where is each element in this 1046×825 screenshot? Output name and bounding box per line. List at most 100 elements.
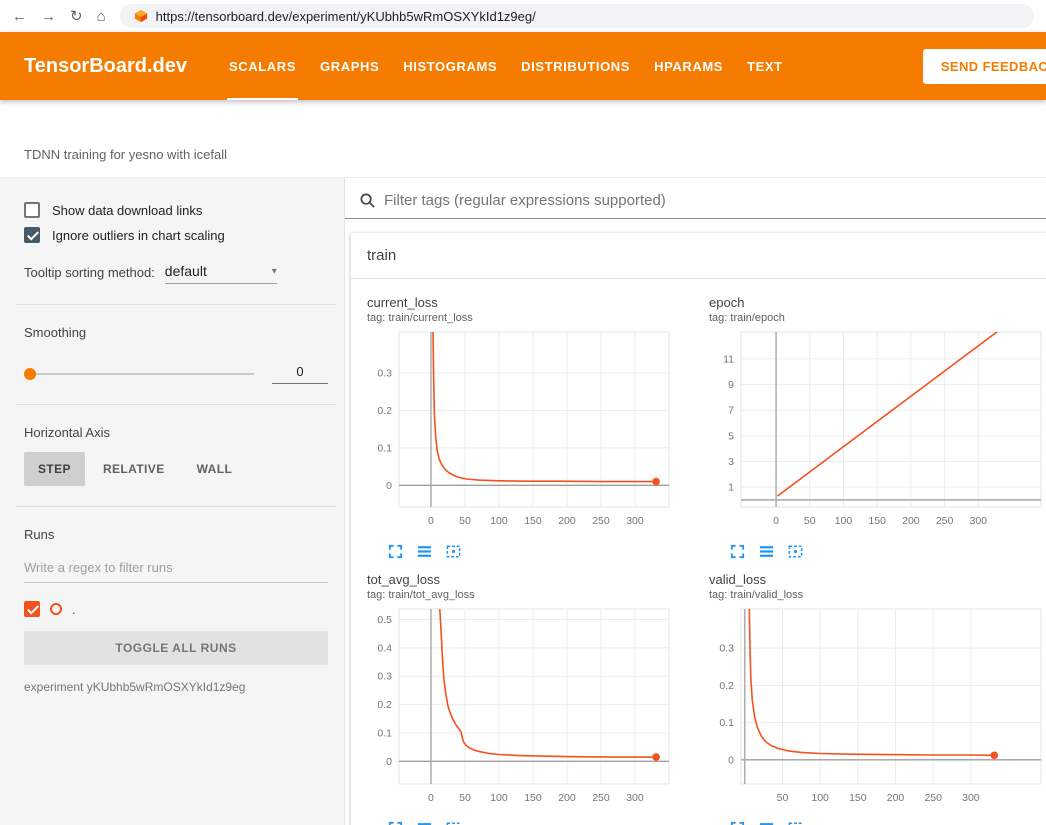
tooltip-sorting-value: default — [165, 263, 207, 279]
runs-filter-input[interactable] — [24, 556, 328, 583]
tab-hparams[interactable]: HPARAMS — [642, 32, 735, 100]
tab-histograms[interactable]: HISTOGRAMS — [391, 32, 509, 100]
run-color-swatch — [50, 603, 62, 615]
smoothing-row: 0 — [24, 364, 328, 384]
line-chart[interactable]: 5010015020025030000.10.20.3 — [701, 603, 1045, 814]
line-chart[interactable]: 05010015020025030000.10.20.30.40.5 — [359, 603, 673, 814]
svg-text:150: 150 — [868, 515, 886, 527]
tooltip-sorting-row: Tooltip sorting method: default ▾ — [24, 263, 328, 284]
run-checkbox[interactable] — [24, 601, 40, 617]
back-icon[interactable]: ← — [12, 9, 27, 24]
chart-title: current_loss — [367, 295, 693, 310]
svg-text:200: 200 — [887, 792, 905, 804]
svg-text:0.1: 0.1 — [377, 727, 392, 739]
reload-icon[interactable]: ↻ — [70, 9, 83, 24]
svg-text:3: 3 — [728, 456, 734, 468]
svg-text:50: 50 — [459, 515, 471, 527]
show-download-links-row[interactable]: Show data download links — [24, 202, 328, 218]
chart-title: valid_loss — [709, 572, 1046, 587]
svg-text:50: 50 — [459, 792, 471, 804]
svg-text:0: 0 — [428, 792, 434, 804]
fit-domain-icon[interactable] — [787, 820, 804, 825]
svg-text:0.4: 0.4 — [377, 642, 392, 654]
horizontal-axis-label: Horizontal Axis — [24, 425, 328, 440]
line-chart[interactable]: 05010015020025030000.10.20.3 — [359, 326, 673, 537]
group-label: train — [367, 247, 396, 264]
run-row[interactable]: . — [24, 601, 328, 617]
tab-graphs[interactable]: GRAPHS — [308, 32, 391, 100]
home-icon[interactable]: ⌂ — [97, 9, 106, 24]
svg-text:200: 200 — [558, 515, 576, 527]
axis-wall-button[interactable]: WALL — [183, 452, 247, 486]
tab-text[interactable]: TEXT — [735, 32, 795, 100]
forward-icon[interactable]: → — [41, 9, 56, 24]
svg-text:0.1: 0.1 — [377, 442, 392, 454]
svg-text:0.2: 0.2 — [377, 405, 392, 417]
svg-text:300: 300 — [626, 515, 644, 527]
chart-tag: tag: train/current_loss — [367, 312, 693, 324]
fit-domain-icon[interactable] — [787, 543, 804, 560]
svg-text:0.1: 0.1 — [719, 717, 734, 729]
chart-title: epoch — [709, 295, 1046, 310]
smoothing-slider-thumb[interactable] — [24, 368, 36, 380]
svg-text:5: 5 — [728, 430, 734, 442]
svg-text:200: 200 — [902, 515, 920, 527]
chart-card: valid_loss tag: train/valid_loss 5010015… — [693, 564, 1046, 825]
ignore-outliers-row[interactable]: Ignore outliers in chart scaling — [24, 227, 328, 243]
smoothing-value[interactable]: 0 — [272, 364, 328, 384]
svg-text:300: 300 — [962, 792, 980, 804]
svg-text:150: 150 — [849, 792, 867, 804]
address-bar[interactable]: https://tensorboard.dev/experiment/yKUbh… — [120, 4, 1034, 28]
chart-card: tot_avg_loss tag: train/tot_avg_loss 0 50… — [351, 564, 693, 825]
svg-text:0.2: 0.2 — [377, 699, 392, 711]
fit-domain-icon[interactable] — [445, 543, 462, 560]
chart-toolbar — [701, 537, 1046, 564]
fit-domain-icon[interactable] — [445, 820, 462, 825]
send-feedback-button[interactable]: SEND FEEDBACK — [923, 49, 1046, 84]
svg-text:150: 150 — [524, 792, 542, 804]
toggle-y-axis-icon[interactable] — [758, 820, 775, 825]
chart-title: tot_avg_loss — [367, 572, 693, 587]
brand: TensorBoard.dev — [24, 55, 187, 78]
train-card-header[interactable]: train — [351, 233, 1046, 279]
chart-toolbar — [359, 814, 693, 825]
expand-chart-icon[interactable] — [729, 543, 746, 560]
toggle-y-axis-icon[interactable] — [416, 820, 433, 825]
tab-distributions[interactable]: DISTRIBUTIONS — [509, 32, 642, 100]
chart-tag: tag: train/valid_loss — [709, 589, 1046, 601]
svg-text:0: 0 — [386, 480, 392, 492]
show-download-links-checkbox[interactable] — [24, 202, 40, 218]
smoothing-slider[interactable] — [24, 373, 254, 375]
expand-chart-icon[interactable] — [387, 543, 404, 560]
svg-text:0: 0 — [386, 756, 392, 768]
expand-chart-icon[interactable] — [729, 820, 746, 825]
svg-text:0: 0 — [773, 515, 779, 527]
chart-tag: tag: train/epoch — [709, 312, 1046, 324]
svg-text:9: 9 — [728, 379, 734, 391]
tab-scalars[interactable]: SCALARS — [217, 32, 308, 100]
toggle-y-axis-icon[interactable] — [758, 543, 775, 560]
app-header: TensorBoard.dev SCALARS GRAPHS HISTOGRAM… — [0, 32, 1046, 100]
tooltip-sorting-label: Tooltip sorting method: — [24, 265, 155, 284]
toggle-all-runs-button[interactable]: TOGGLE ALL RUNS — [24, 631, 328, 665]
tooltip-sorting-select[interactable]: default ▾ — [165, 263, 277, 284]
chart-grid: current_loss tag: train/current_loss 050… — [351, 279, 1046, 825]
svg-text:0.3: 0.3 — [377, 368, 392, 380]
ignore-outliers-checkbox[interactable] — [24, 227, 40, 243]
svg-text:0: 0 — [428, 515, 434, 527]
sidebar: Show data download links Ignore outliers… — [0, 178, 345, 825]
expand-chart-icon[interactable] — [387, 820, 404, 825]
axis-relative-button[interactable]: RELATIVE — [89, 452, 179, 486]
tag-filter-input[interactable] — [384, 192, 1046, 209]
svg-text:100: 100 — [811, 792, 829, 804]
chart-toolbar — [359, 537, 693, 564]
chart-tag: tag: train/tot_avg_loss — [367, 589, 693, 601]
experiment-id-label: experiment yKUbhb5wRmOSXYkId1z9eg — [24, 680, 328, 694]
svg-text:100: 100 — [490, 515, 508, 527]
svg-text:250: 250 — [936, 515, 954, 527]
axis-step-button[interactable]: STEP — [24, 452, 85, 486]
svg-text:0.3: 0.3 — [719, 643, 734, 655]
line-chart[interactable]: 0501001502002503001357911 — [701, 326, 1045, 537]
toggle-y-axis-icon[interactable] — [416, 543, 433, 560]
chart-card: epoch tag: train/epoch 05010015020025030… — [693, 287, 1046, 564]
